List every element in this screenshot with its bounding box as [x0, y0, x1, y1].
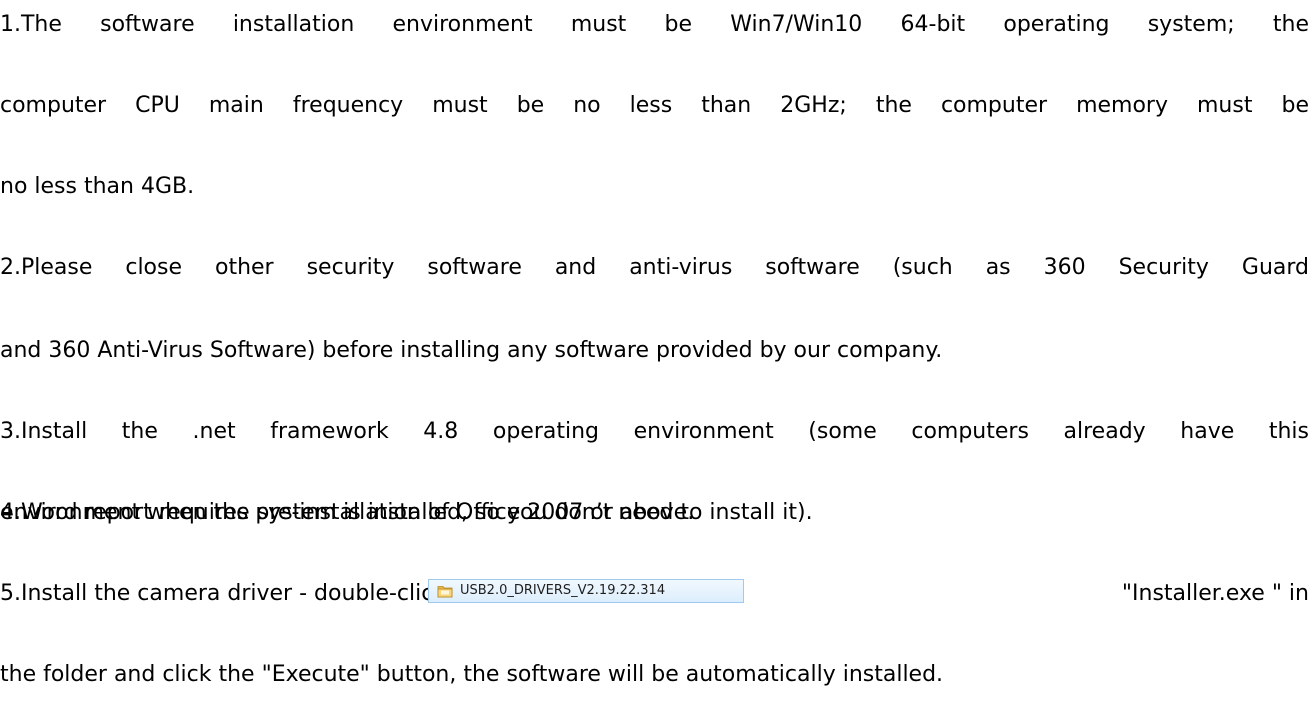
step-1-line-1: 1.The software installation environment … — [0, 12, 1309, 37]
folder-name: USB2.0_DRIVERS_V2.19.22.314 — [460, 583, 666, 598]
step-5-suffix: "Installer.exe " in — [1121, 581, 1309, 606]
step-2-line-1: 2.Please close other security software a… — [0, 255, 1309, 280]
step-1-line-3: no less than 4GB. — [0, 174, 195, 199]
step-5-line-2: the folder and click the "Execute" butto… — [0, 662, 944, 687]
step-5-prefix: 5.Install the camera driver - double-cli… — [0, 581, 447, 606]
step-4-line-1: 4.Word report requires pre-installation … — [0, 500, 695, 525]
step-2-line-2: and 360 Anti-Virus Software) before inst… — [0, 338, 943, 363]
folder-icon — [437, 586, 453, 598]
step-3-line-1: 3.Install the .net framework 4.8 operati… — [0, 419, 1309, 444]
step-1-line-2: computer CPU main frequency must be no l… — [0, 93, 1309, 118]
usb-drivers-folder[interactable]: USB2.0_DRIVERS_V2.19.22.314 — [428, 579, 744, 603]
